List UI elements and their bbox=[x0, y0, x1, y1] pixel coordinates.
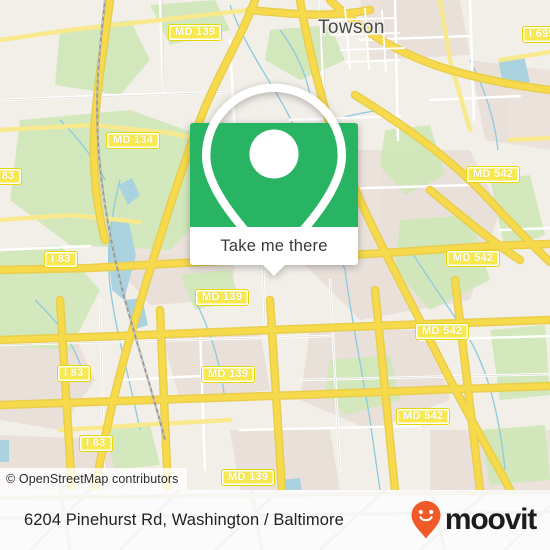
road-shield-md-139-bottom[interactable]: MD 139 bbox=[221, 469, 276, 486]
callout-footer[interactable]: Take me there bbox=[190, 227, 358, 276]
map-pin-icon bbox=[201, 83, 347, 269]
road-shield-i-83-mid[interactable]: I 83 bbox=[44, 251, 78, 268]
page-footer: 6204 Pinehurst Rd, Washington / Baltimor… bbox=[0, 490, 550, 550]
road-shield-md-542-south[interactable]: MD 542 bbox=[396, 408, 451, 425]
road-shield-md-542-north[interactable]: MD 542 bbox=[466, 166, 521, 183]
moovit-logo[interactable]: moovit bbox=[410, 500, 537, 540]
map-canvas[interactable]: Towson MD 139 I 695 MD 134 I 83 MD 542 I… bbox=[0, 0, 550, 490]
take-me-there-callout[interactable]: Take me there bbox=[190, 83, 358, 276]
take-me-there-label: Take me there bbox=[220, 236, 328, 255]
road-shield-md-542-center[interactable]: MD 542 bbox=[415, 323, 470, 340]
moovit-wordmark: moovit bbox=[444, 503, 537, 536]
address-label: 6204 Pinehurst Rd, Washington / Baltimor… bbox=[24, 510, 344, 529]
callout-image-area bbox=[190, 83, 358, 269]
road-shield-i-83-west[interactable]: I 83 bbox=[0, 168, 22, 185]
moovit-map-screenshot: Towson MD 139 I 695 MD 134 I 83 MD 542 I… bbox=[0, 0, 550, 550]
moovit-pin-smiley-icon bbox=[411, 501, 441, 539]
road-shield-i-695[interactable]: I 695 bbox=[522, 26, 550, 43]
road-shield-i-83-south[interactable]: I 83 bbox=[57, 365, 91, 382]
road-shield-i-83-bottom[interactable]: I 83 bbox=[79, 435, 113, 452]
road-shield-md-134[interactable]: MD 134 bbox=[106, 132, 161, 149]
road-shield-md-542-mid[interactable]: MD 542 bbox=[446, 250, 501, 267]
map-attribution[interactable]: © OpenStreetMap contributors bbox=[0, 468, 187, 490]
callout-tail bbox=[263, 265, 285, 276]
